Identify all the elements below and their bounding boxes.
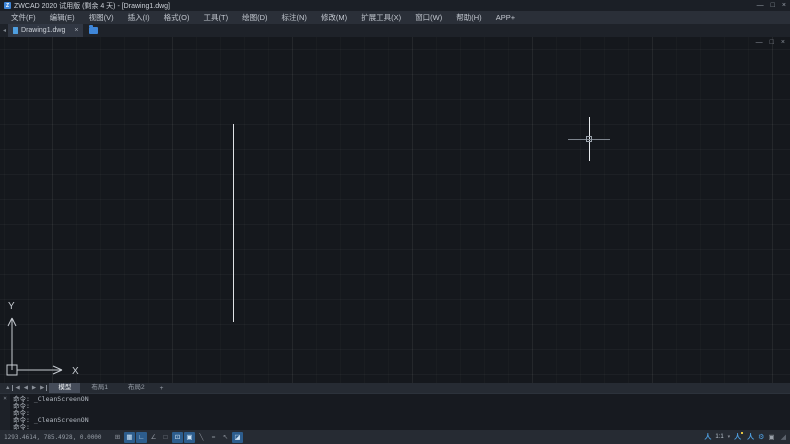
menu-dimension[interactable]: 标注(N): [275, 12, 314, 23]
layout-prev-icon[interactable]: ◀: [22, 385, 30, 391]
toggle-polar[interactable]: ∠: [148, 432, 159, 443]
menu-edit[interactable]: 编辑(E): [43, 12, 82, 23]
menu-file[interactable]: 文件(F): [4, 12, 43, 23]
panel-expand-icon[interactable]: ▲: [3, 385, 12, 391]
menu-format[interactable]: 格式(O): [157, 12, 197, 23]
menu-tools[interactable]: 工具(T): [197, 12, 236, 23]
menu-window[interactable]: 窗口(W): [408, 12, 449, 23]
layout-next-icon[interactable]: ▶: [30, 385, 38, 391]
mdi-window-controls: — □ ×: [756, 39, 785, 46]
status-bar-right: 人 1:1 ▾ 人 人 ⚙ ▣ ◢: [704, 432, 786, 442]
toggle-otrack[interactable]: ⊡: [172, 432, 183, 443]
mdi-minimize-button[interactable]: —: [756, 39, 763, 46]
annotation-scale-value[interactable]: 1:1: [715, 434, 723, 440]
command-line-panel[interactable]: × 命令: _CleanScreenON 命令: 命令: 命令: _CleanS…: [0, 393, 790, 430]
maximize-button[interactable]: □: [771, 2, 775, 9]
auto-annotation-scale-icon[interactable]: 人: [747, 432, 754, 442]
settings-gear-icon[interactable]: ⚙: [758, 433, 764, 441]
toggle-annotation[interactable]: =: [208, 432, 219, 443]
menu-app-plus[interactable]: APP+: [489, 13, 522, 22]
zwcad-window: Z ZWCAD 2020 试用版 (剩余 4 天) - [Drawing1.dw…: [0, 0, 790, 444]
resize-grip-icon: ◢: [781, 433, 786, 441]
tab-scroll-left-icon[interactable]: ◂: [1, 27, 8, 34]
toggle-ortho[interactable]: ∟: [136, 432, 147, 443]
toggle-dyn[interactable]: ▣: [184, 432, 195, 443]
command-history-line: 命令: _CleanScreenON: [13, 417, 788, 424]
toggle-clean-screen[interactable]: ◪: [232, 432, 243, 443]
command-history-line: 命令:: [13, 410, 788, 417]
drawing-file-icon: [13, 27, 18, 34]
status-bar: 1293.4614, 785.4928, 0.0000 ⊞ ▦ ∟ ∠ □ ⊡ …: [0, 430, 790, 444]
layout-last-icon[interactable]: ▶: [38, 385, 47, 391]
fullscreen-icon[interactable]: ▣: [768, 433, 774, 441]
layout-first-icon[interactable]: ◀: [12, 385, 21, 391]
command-history-line: 命令:: [13, 403, 788, 410]
window-title: ZWCAD 2020 试用版 (剩余 4 天) - [Drawing1.dwg]: [14, 1, 170, 11]
annotation-visibility-icon[interactable]: 人: [734, 432, 743, 442]
menu-insert[interactable]: 插入(I): [121, 12, 157, 23]
command-history-line: 命令: _CleanScreenON: [13, 396, 788, 403]
minimize-button[interactable]: —: [757, 2, 764, 9]
title-bar: Z ZWCAD 2020 试用版 (剩余 4 天) - [Drawing1.dw…: [0, 0, 790, 11]
mdi-close-button[interactable]: ×: [781, 39, 785, 46]
ucs-icon: Y X: [0, 295, 112, 383]
crosshair-pickbox: [586, 136, 592, 142]
command-panel-gutter: ×: [0, 394, 10, 430]
annotation-scale-caret-icon[interactable]: ▾: [728, 434, 731, 440]
ucs-x-label: X: [72, 366, 79, 377]
drawn-vertical-line: [233, 124, 234, 322]
app-logo-icon: Z: [4, 2, 11, 9]
menu-bar: 文件(F) 编辑(E) 视图(V) 插入(I) 格式(O) 工具(T) 绘图(D…: [0, 11, 790, 24]
new-drawing-icon[interactable]: [89, 27, 98, 34]
coordinate-readout: 1293.4614, 785.4928, 0.0000: [4, 434, 112, 441]
menu-help[interactable]: 帮助(H): [449, 12, 488, 23]
command-prompt-line[interactable]: 命令:: [13, 424, 788, 431]
close-button[interactable]: ×: [782, 2, 786, 9]
menu-view[interactable]: 视图(V): [82, 12, 121, 23]
toggle-snap[interactable]: ⊞: [112, 432, 123, 443]
document-tab-close-icon[interactable]: ×: [68, 27, 78, 34]
document-tab-bar: ◂ Drawing1.dwg ×: [0, 24, 790, 37]
document-tab-label: Drawing1.dwg: [21, 27, 65, 34]
toggle-lineweight[interactable]: ╲: [196, 432, 207, 443]
toggle-grid[interactable]: ▦: [124, 432, 135, 443]
menu-draw[interactable]: 绘图(D): [235, 12, 274, 23]
menu-express-tools[interactable]: 扩展工具(X): [354, 12, 408, 23]
command-panel-close-icon[interactable]: ×: [3, 395, 7, 402]
document-tab-drawing1[interactable]: Drawing1.dwg ×: [8, 24, 83, 37]
toggle-osnap[interactable]: □: [160, 432, 171, 443]
toggle-cursor-select[interactable]: ↖: [220, 432, 231, 443]
ucs-y-label: Y: [8, 301, 15, 312]
drawing-canvas[interactable]: — □ × Y X: [0, 37, 790, 383]
add-layout-button[interactable]: +: [154, 385, 170, 392]
menu-modify[interactable]: 修改(M): [314, 12, 354, 23]
layout-tab-bar: ▲ ◀ ◀ ▶ ▶ 模型 布局1 布局2 +: [0, 383, 790, 393]
mdi-restore-button[interactable]: □: [770, 39, 774, 46]
layout-tab-layout2[interactable]: 布局2: [119, 383, 154, 393]
status-toggles: ⊞ ▦ ∟ ∠ □ ⊡ ▣ ╲ = ↖ ◪: [112, 432, 243, 443]
layout-tab-layout1[interactable]: 布局1: [82, 383, 117, 393]
layout-tab-model[interactable]: 模型: [49, 383, 80, 393]
annotation-scale-icon[interactable]: 人: [704, 432, 711, 442]
